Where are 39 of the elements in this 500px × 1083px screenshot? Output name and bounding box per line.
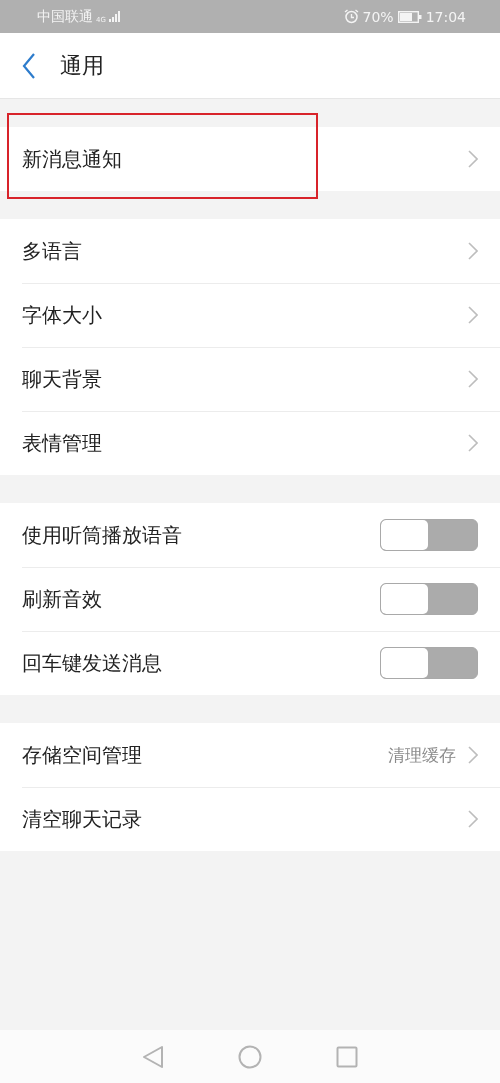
- battery-percent: 70%: [362, 8, 394, 25]
- row-label: 使用听筒播放语音: [22, 521, 183, 549]
- row-label: 新消息通知: [22, 145, 123, 173]
- row-label: 清空聊天记录: [22, 805, 143, 833]
- toggle-switch[interactable]: [380, 519, 478, 551]
- chevron-icon: [468, 150, 478, 168]
- row-label: 存储空间管理: [22, 741, 143, 769]
- settings-row[interactable]: 存储空间管理 清理缓存: [0, 723, 500, 787]
- signal-icon: [108, 11, 121, 22]
- battery-icon: [397, 10, 422, 23]
- clock-time: 17:04: [425, 8, 466, 25]
- row-label: 表情管理: [22, 429, 103, 457]
- page-title: 通用: [60, 51, 104, 80]
- row-value: 清理缓存: [388, 743, 456, 767]
- settings-row[interactable]: 字体大小: [0, 283, 500, 347]
- chevron-icon: [468, 306, 478, 324]
- chevron-icon: [468, 370, 478, 388]
- row-label: 回车键发送消息: [22, 649, 163, 677]
- recents-square-icon[interactable]: [336, 1045, 358, 1068]
- chevron-icon: [468, 242, 478, 260]
- chevron-icon: [468, 746, 478, 764]
- settings-row[interactable]: 聊天背景: [0, 347, 500, 411]
- settings-row[interactable]: 清空聊天记录: [0, 787, 500, 851]
- back-triangle-icon[interactable]: [142, 1044, 164, 1069]
- alarm-icon: [343, 9, 359, 24]
- row-label: 聊天背景: [22, 365, 103, 393]
- settings-row[interactable]: 表情管理: [0, 411, 500, 475]
- carrier-name: 中国联通: [37, 7, 93, 26]
- home-circle-icon[interactable]: [238, 1044, 262, 1069]
- settings-row[interactable]: 多语言: [0, 219, 500, 283]
- chevron-icon: [468, 434, 478, 452]
- row-label: 刷新音效: [22, 585, 103, 613]
- toggle-switch[interactable]: [380, 647, 478, 679]
- toggle-switch[interactable]: [380, 583, 478, 615]
- back-icon[interactable]: [22, 52, 36, 79]
- chevron-icon: [468, 810, 478, 828]
- row-label: 多语言: [22, 237, 83, 265]
- settings-row[interactable]: 新消息通知: [0, 127, 500, 191]
- row-label: 字体大小: [22, 301, 103, 329]
